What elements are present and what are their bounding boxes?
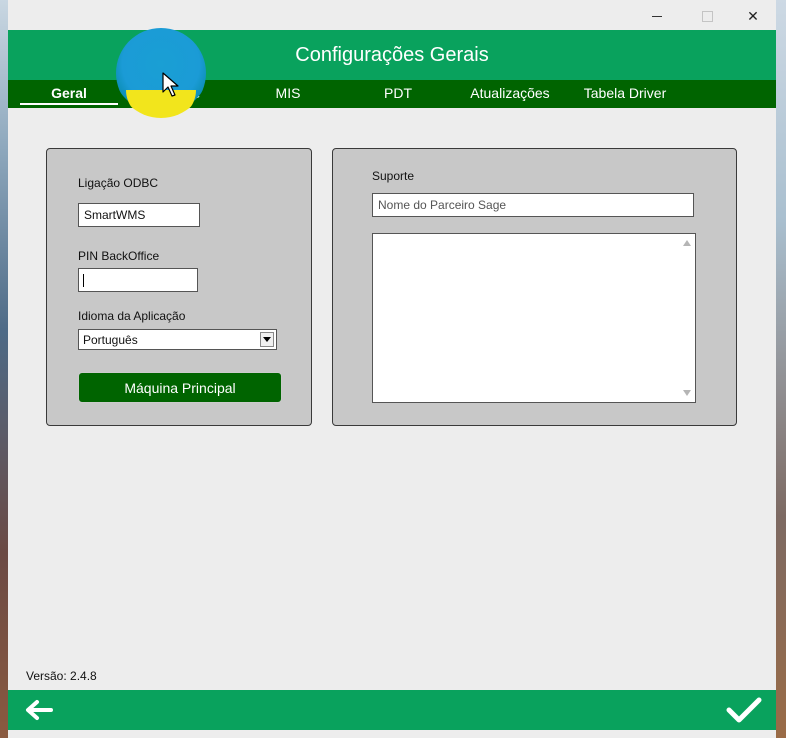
minimize-button[interactable] [634,4,680,28]
scroll-up-icon[interactable] [683,240,691,246]
desktop-background-right [776,0,786,738]
tab-tabela-driver[interactable]: Tabela Driver [574,80,676,108]
odbc-value: SmartWMS [84,208,146,222]
notes-scrollbar[interactable] [679,234,695,402]
language-select[interactable]: Português [78,329,277,350]
text-caret [83,273,84,287]
language-value: Português [83,333,138,347]
mouse-cursor-icon [162,72,179,97]
arrow-left-icon[interactable] [24,698,54,722]
pin-input[interactable] [78,268,198,292]
support-panel: Suporte Nome do Parceiro Sage [332,148,737,426]
chevron-down-icon [263,337,271,342]
maximize-button[interactable] [684,4,730,28]
support-label: Suporte [372,169,415,183]
close-button[interactable]: ✕ [730,4,776,28]
tab-mis[interactable]: MIS [248,80,328,108]
odbc-label: Ligação ODBC [78,176,159,190]
main-machine-button[interactable]: Máquina Principal [78,372,282,403]
close-icon: ✕ [747,7,759,24]
partner-name-input[interactable]: Nome do Parceiro Sage [372,193,694,217]
settings-window: ✕ Configurações Gerais Geral Sage MIS PD… [8,0,776,738]
main-machine-button-label: Máquina Principal [124,379,236,396]
pin-label: PIN BackOffice [78,249,160,263]
scroll-down-icon[interactable] [683,390,691,396]
language-label: Idioma da Aplicação [78,309,186,323]
general-settings-panel: Ligação ODBC SmartWMS PIN BackOffice Idi… [46,148,312,426]
dropdown-arrow-button[interactable] [260,332,274,347]
tab-geral[interactable]: Geral [20,80,118,108]
partner-name-placeholder: Nome do Parceiro Sage [378,198,507,212]
odbc-input[interactable]: SmartWMS [78,203,200,227]
minimize-icon [652,15,662,17]
version-label: Versão: 2.4.8 [26,669,97,683]
maximize-icon [701,10,713,22]
click-highlight [116,28,206,118]
tab-pdt[interactable]: PDT [358,80,438,108]
title-bar: ✕ [8,0,776,30]
checkmark-icon[interactable] [726,696,762,724]
footer-bar [8,690,776,730]
page-title: Configurações Gerais [295,43,489,66]
desktop-background-left [0,0,8,738]
support-notes-textarea[interactable] [372,233,696,403]
tab-atualizacoes[interactable]: Atualizações [458,80,562,108]
